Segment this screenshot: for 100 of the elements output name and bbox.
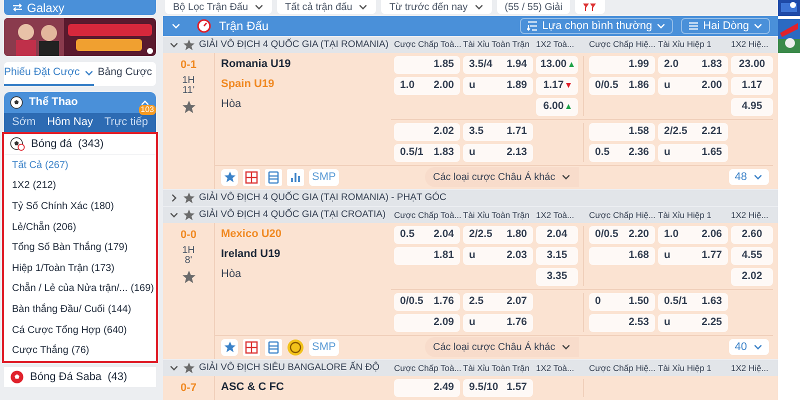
odds-button[interactable]: 2.53 — [589, 314, 655, 332]
odds-button[interactable]: 23.00 — [731, 56, 773, 74]
odds-button[interactable]: 0/0.5 2.20 — [589, 226, 655, 244]
odds-button[interactable]: 2.02 — [731, 268, 773, 286]
odds-button[interactable]: 13.00 — [536, 56, 578, 74]
odds-button[interactable]: 4.55 — [731, 246, 773, 265]
odds-button[interactable]: 0 1.50 — [589, 292, 655, 311]
coin-icon[interactable] — [287, 338, 304, 356]
star-icon[interactable] — [182, 270, 196, 284]
count-dropdown[interactable]: 40 — [728, 339, 769, 356]
filter-dropdown[interactable]: Tất cả trận đấu — [277, 0, 376, 14]
league-header[interactable]: GIẢI VÔ ĐỊCH 4 QUỐC GIA (TẠI ROMANIA) - PHẠT GÓC — [163, 190, 778, 206]
market-filter-link[interactable]: Tổng Số Bàn Thắng (179) — [4, 237, 156, 258]
odds-button[interactable]: 1.85 — [394, 56, 460, 74]
odds-button[interactable]: u 2.13 — [463, 144, 533, 162]
market-filter-link[interactable]: Bàn thắng Đầu/ Cuối (144) — [4, 299, 156, 320]
odds-button[interactable]: 9.5/10 1.57 — [463, 378, 533, 397]
odds-button[interactable]: 0.5 2.36 — [589, 144, 655, 162]
bar-chart-icon[interactable] — [287, 168, 304, 186]
odds-button[interactable]: 1.0 2.00 — [394, 76, 460, 95]
star-icon[interactable] — [183, 192, 195, 204]
odds-button[interactable]: 1.0 2.06 — [658, 226, 728, 244]
filter-label[interactable]: (55 / 55) Giải — [496, 0, 570, 14]
odds-button[interactable]: 1.81 — [394, 246, 460, 265]
league-header[interactable]: GIẢI VÔ ĐỊCH 4 QUỐC GIA (TẠI CROATIA) Cược Chấp Toà... Tài Xỉu Toàn Trận 1X2 Toà... Cược Chấp Hiệ... Tài Xỉu Hiệp 1 1X2 Hiệ... — [163, 206, 778, 223]
odds-button[interactable]: 2.04 — [536, 226, 578, 244]
odds-button[interactable]: 6.00 — [536, 98, 578, 116]
odds-button[interactable]: 1.58 — [589, 122, 655, 141]
market-filter-link[interactable]: Chẵn / Lẻ của Nửa trận/... (169) — [4, 278, 156, 300]
odds-button[interactable]: 2.02 — [394, 122, 460, 141]
sport-item[interactable]: Bóng Đá Saba (43) — [4, 366, 156, 387]
market-filter-link[interactable]: Cá Cược Tổng Hợp (640) — [4, 320, 156, 340]
odds-button[interactable]: u 2.25 — [658, 314, 728, 332]
market-filter-link[interactable]: Hiệp 1/Toàn Trận (173) — [4, 258, 156, 279]
sort-button[interactable] — [575, 0, 606, 14]
column-header: 1X2 Toà... — [536, 362, 576, 374]
odds-button[interactable]: 2/2.5 2.21 — [658, 122, 728, 141]
match-score: 0-0 — [180, 228, 196, 243]
caret-icon — [656, 21, 666, 32]
odds-button[interactable]: 2/2.5 1.80 — [463, 226, 533, 244]
odds-button[interactable]: 2.60 — [731, 226, 773, 244]
star-icon[interactable] — [182, 100, 196, 114]
list-icon[interactable] — [265, 338, 282, 356]
odds-button[interactable]: 0.5/1 1.63 — [658, 292, 728, 311]
market-filter-link[interactable]: Cược Thắng (76) — [4, 340, 156, 361]
caret-icon — [561, 342, 572, 352]
swap-icon — [12, 3, 23, 12]
more-bets-dropdown[interactable]: Các loại cược Châu Á khác — [425, 337, 580, 358]
star-icon[interactable] — [183, 38, 195, 51]
odds-button[interactable]: 2.49 — [394, 378, 460, 397]
market-filter-link[interactable]: Lẻ/Chẵn (206) — [4, 216, 156, 238]
time-tab[interactable]: Sớm — [12, 114, 36, 131]
odds-button[interactable]: 1.99 — [589, 56, 655, 74]
odds-button[interactable]: u 1.65 — [658, 144, 728, 162]
odds-button[interactable]: 2.09 — [394, 314, 460, 332]
star-icon[interactable] — [183, 208, 195, 221]
odds-button[interactable]: 3.5 1.71 — [463, 122, 533, 141]
odds-button[interactable]: 1.68 — [589, 246, 655, 265]
caret-icon — [561, 172, 572, 182]
match-score: 0-1 — [180, 58, 196, 73]
odds-button[interactable]: 3.35 — [536, 268, 578, 286]
column-header: 1X2 Toà... — [536, 208, 576, 222]
odds-button[interactable]: 3.5/4 1.94 — [463, 56, 533, 74]
odds-button[interactable]: 2.5 2.07 — [463, 292, 533, 311]
match-minute: 8' — [184, 256, 192, 266]
odds-button[interactable]: 2.0 1.83 — [658, 56, 728, 74]
odds-button[interactable]: 3.15 — [536, 246, 578, 265]
grid-icon[interactable] — [243, 168, 260, 186]
grid-icon[interactable] — [243, 338, 260, 356]
odds-button[interactable]: 0/0.5 1.76 — [394, 292, 460, 311]
match-period: 1H — [182, 246, 195, 256]
count-dropdown[interactable]: 48 — [728, 169, 769, 186]
time-tab[interactable]: Trực tiếp — [104, 114, 148, 131]
market-filter-link[interactable]: 1X2 (212) — [4, 176, 156, 196]
list-icon[interactable] — [265, 168, 282, 186]
sport-item[interactable]: Bóng đá (343) — [4, 134, 156, 155]
market-filter-link[interactable]: Tất Cả (267) — [4, 155, 156, 176]
filter-dropdown[interactable]: Từ trước đến nay — [381, 0, 492, 14]
team-name: Romania U19 — [221, 56, 292, 71]
league-header[interactable]: GIẢI VÔ ĐỊCH SIÊU BANGALORE ẤN ĐỘ Cược Chấp Toà... Tài Xỉu Toàn Trận 1X2 Toà... Cược Chấp Hiệ... Tài Xỉu Hiệp 1 1X2 Hiệ... — [163, 360, 778, 376]
star-icon[interactable] — [183, 362, 195, 374]
more-bets-dropdown[interactable]: Các loại cược Châu Á khác — [425, 167, 580, 188]
caret-icon — [474, 2, 484, 12]
odds-button[interactable]: 1.17 — [536, 76, 578, 95]
odds-button[interactable]: u 1.89 — [463, 76, 533, 95]
time-tab[interactable]: Hôm Nay — [47, 114, 93, 131]
filter-dropdown[interactable]: Bộ Lọc Trận Đấu — [165, 0, 272, 14]
odds-button[interactable]: u 1.76 — [463, 314, 533, 332]
odds-button[interactable]: 0.5/1 1.83 — [394, 144, 460, 162]
market-filter-link[interactable]: Tỷ Số Chính Xác (180) — [4, 196, 156, 217]
bet-slip-tab[interactable]: Phiếu Đặt Cược — [4, 62, 94, 86]
odds-button[interactable]: u 1.77 — [658, 246, 728, 265]
odds-button[interactable]: u 2.00 — [658, 76, 728, 95]
odds-button[interactable]: 0/0.5 1.86 — [589, 76, 655, 95]
bet-slip-tab[interactable]: Bảng Cược — [94, 62, 156, 86]
odds-button[interactable]: 4.95 — [731, 98, 773, 116]
league-header[interactable]: GIẢI VÔ ĐỊCH 4 QUỐC GIA (TẠI ROMANIA) Cược Chấp Toà... Tài Xỉu Toàn Trận 1X2 Toà... Cược Chấp Hiệ... Tài Xỉu Hiệp 1 1X2 Hiệ... — [163, 36, 778, 53]
odds-button[interactable]: 1.17 — [731, 76, 773, 95]
odds-button[interactable]: u 2.03 — [463, 246, 533, 265]
odds-button[interactable]: 0.5 2.04 — [394, 226, 460, 244]
